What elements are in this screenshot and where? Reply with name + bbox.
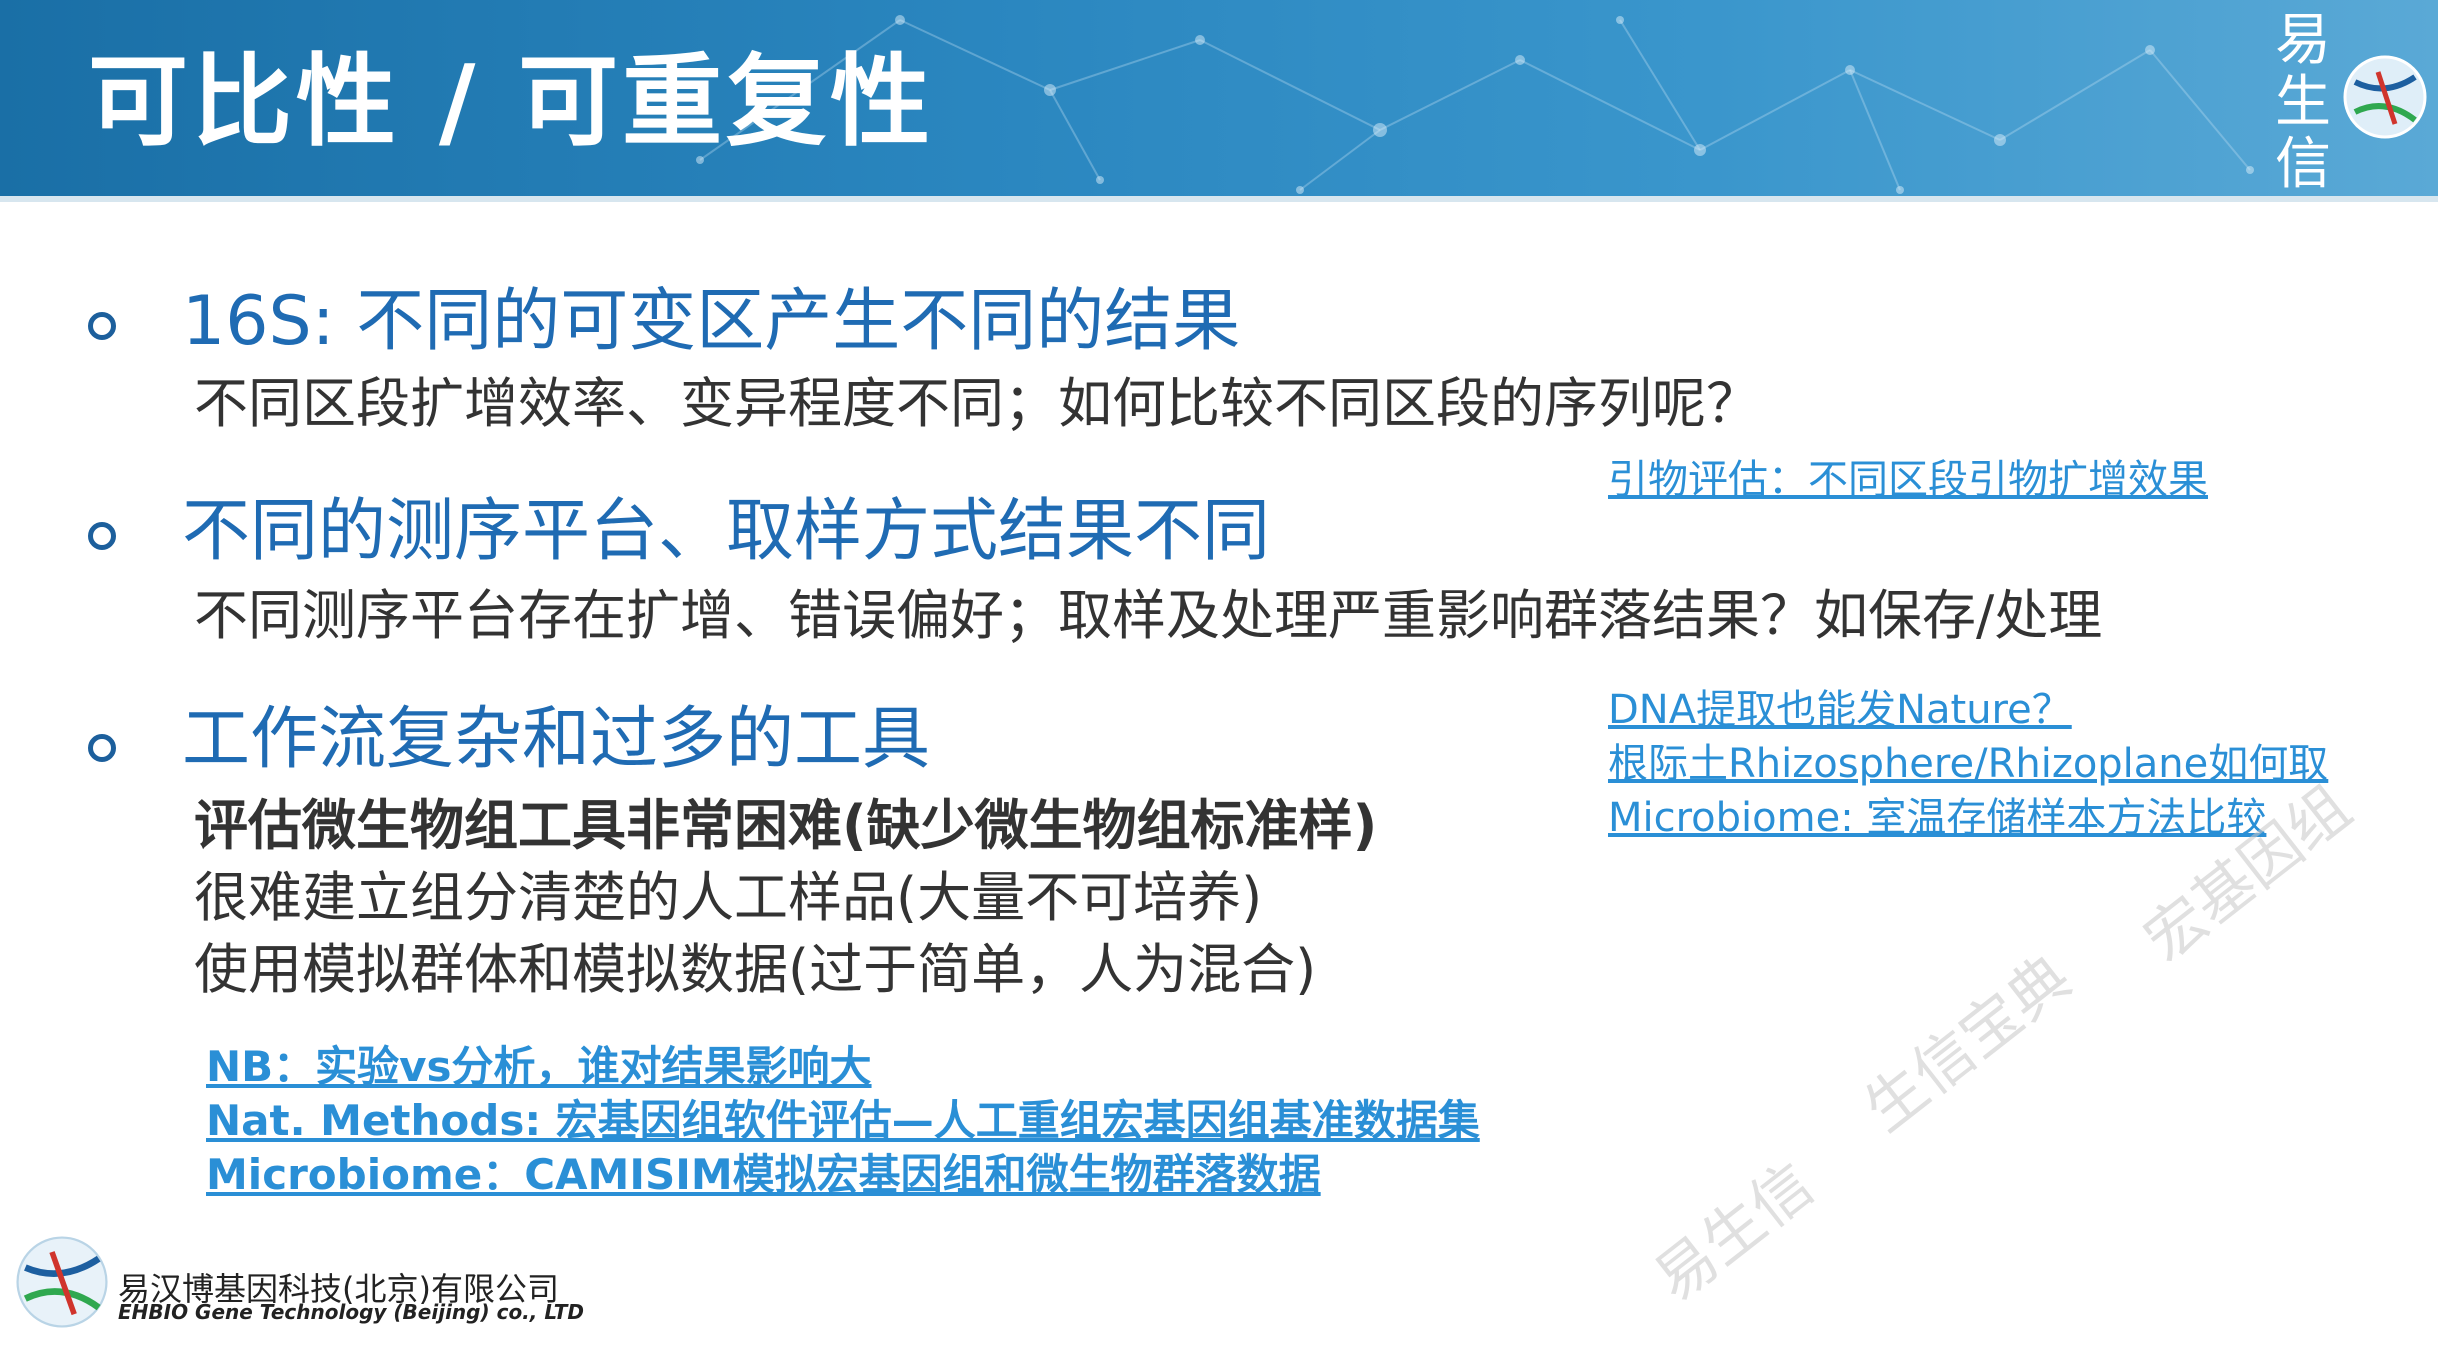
camisim-link[interactable]: Microbiome：CAMISIM模拟宏基因组和微生物群落数据 xyxy=(206,1148,1321,1202)
section-text: 很难建立组分清楚的人工样品(大量不可培养) xyxy=(194,866,1263,929)
ehbio-logo-icon xyxy=(16,1236,108,1328)
watermark-text: 生信宝典 xyxy=(1851,942,2085,1146)
section-text: 使用模拟群体和模拟数据(过于简单，人为混合) xyxy=(194,938,1317,1001)
bullet-icon xyxy=(88,734,116,762)
bullet-icon xyxy=(88,522,116,550)
section-text: 不同区段扩增效率、变异程度不同；如何比较不同区段的序列呢？ xyxy=(194,372,1760,435)
brand-char: 信 xyxy=(2275,132,2331,197)
section-heading: 不同的测序平台、取样方式结果不同 xyxy=(182,492,1271,571)
nat-methods-link[interactable]: Nat. Methods: 宏基因组软件评估—人工重组宏基因组基准数据集 xyxy=(206,1094,1480,1148)
brand-char: 易 xyxy=(2275,8,2331,73)
primer-link[interactable]: 引物评估：不同区段引物扩增效果 xyxy=(1608,454,2208,506)
page-title: 可比性 / 可重复性 xyxy=(88,43,935,160)
section-bold-text: 评估微生物组工具非常困难(缺少微生物组标准样) xyxy=(194,794,1378,857)
header-bar: 可比性 / 可重复性 易 生 信 xyxy=(0,0,2438,200)
brand-char: 生 xyxy=(2275,70,2331,135)
section-heading: 工作流复杂和过多的工具 xyxy=(182,700,931,779)
ehbio-logo-icon xyxy=(2343,55,2427,139)
header-divider xyxy=(0,196,2438,202)
dna-extraction-link[interactable]: DNA提取也能发Nature？ xyxy=(1608,684,2072,736)
section-heading: 16S: 不同的可变区产生不同的结果 xyxy=(182,282,1241,361)
watermark-text: 易生信 xyxy=(1641,1149,1827,1316)
nb-link[interactable]: NB：实验vs分析，谁对结果影响大 xyxy=(206,1040,872,1094)
bullet-icon xyxy=(88,312,116,340)
company-name-en: EHBIO Gene Technology (Beijing) co., LTD xyxy=(118,1300,585,1324)
storage-link[interactable]: Microbiome: 室温存储样本方法比较 xyxy=(1608,792,2266,844)
brand-text: 易 生 信 xyxy=(2270,10,2336,196)
rhizosphere-link[interactable]: 根际土Rhizosphere/Rhizoplane如何取 xyxy=(1608,738,2328,790)
section-text: 不同测序平台存在扩增、错误偏好；取样及处理严重影响群落结果？如保存/处理 xyxy=(194,584,2103,647)
